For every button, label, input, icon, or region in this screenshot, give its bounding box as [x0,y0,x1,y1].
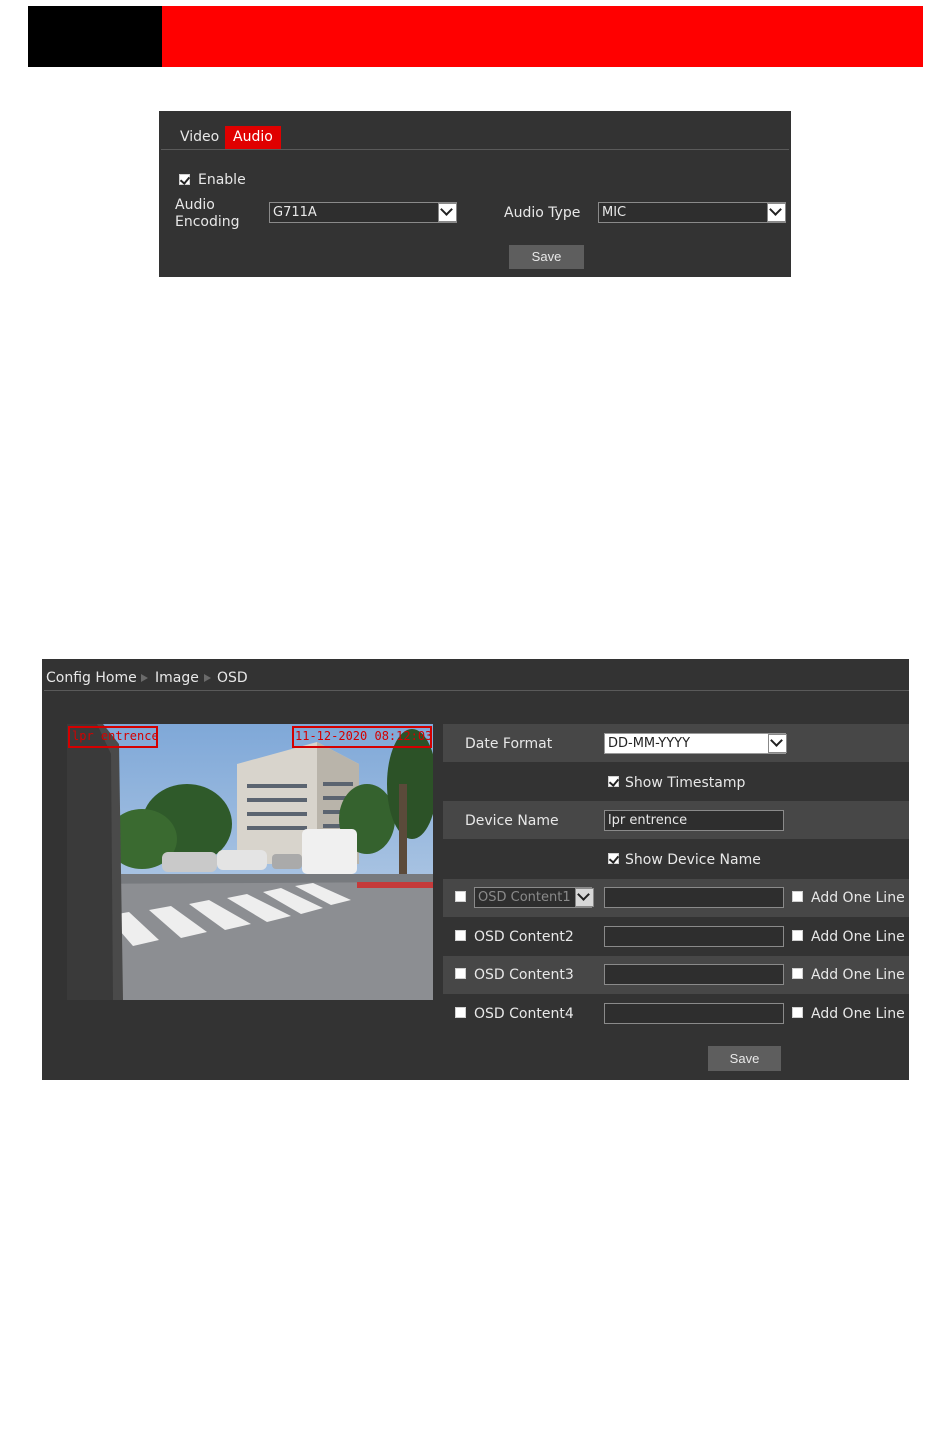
breadcrumb-image[interactable]: Image [155,671,199,685]
audio-encoding-select[interactable]: G711A [269,202,457,223]
osd-content4-label: OSD Content4 [474,1006,574,1022]
audio-type-label-text: Audio Type [504,205,581,221]
chevron-down-icon[interactable] [767,203,786,222]
tab-video[interactable]: Video [172,126,227,149]
audio-encoding-label-line2: Encoding [175,214,240,230]
preview-scene [67,724,433,1000]
osd-save-button[interactable]: Save [708,1046,781,1071]
osd-content3-input[interactable] [604,964,784,985]
osd-content3-label: OSD Content3 [474,967,574,983]
osd-content4-add-line-label: Add One Line [811,1006,905,1022]
date-format-select[interactable]: DD-MM-YYYY [604,733,786,754]
osd-content2-checkbox[interactable] [455,930,466,941]
osd-content4-input[interactable] [604,1003,784,1024]
enable-label: Enable [198,172,246,188]
osd-content1-input[interactable] [604,887,784,908]
tab-audio[interactable]: Audio [225,126,281,149]
tab-divider [161,149,789,150]
show-device-name-checkbox[interactable] [608,853,619,864]
triangle-right-icon [141,674,148,682]
osd-content3-add-line-checkbox[interactable] [792,968,803,979]
osd-content2-label: OSD Content2 [474,929,574,945]
osd-content2-input[interactable] [604,926,784,947]
timestamp-overlay-text: 11-12-2020 08:12:03 [295,729,433,743]
audio-encoding-label-line1: Audio [175,197,215,213]
breadcrumb-home[interactable]: Config Home [46,671,137,685]
device-name-label: Device Name [465,813,559,829]
breadcrumb-divider [44,690,909,691]
osd-content1-add-line-label: Add One Line [811,890,905,906]
breadcrumb-osd: OSD [217,670,248,686]
osd-content4-checkbox[interactable] [455,1007,466,1018]
osd-content3-checkbox[interactable] [455,968,466,979]
show-timestamp-checkbox[interactable] [608,776,619,787]
enable-checkbox[interactable] [179,174,190,185]
device-name-input[interactable]: lpr entrence [604,810,784,831]
header-red-bar [162,6,923,67]
audio-type-select[interactable]: MIC [598,202,786,223]
osd-content1-add-line-checkbox[interactable] [792,891,803,902]
show-device-name-label: Show Device Name [625,852,761,868]
device-name-overlay-text: lpr entrence [72,729,159,743]
chevron-down-icon[interactable] [575,888,594,907]
date-format-label: Date Format [465,736,553,752]
triangle-right-icon [204,674,211,682]
osd-content3-add-line-label: Add One Line [811,967,905,983]
osd-content2-add-line-checkbox[interactable] [792,930,803,941]
osd-content4-add-line-checkbox[interactable] [792,1007,803,1018]
audio-save-button[interactable]: Save [509,245,584,269]
header-black-block [28,6,162,67]
osd-preview-image: lpr entrence 11-12-2020 08:12:03 [67,724,433,1000]
chevron-down-icon[interactable] [438,203,457,222]
osd-content2-add-line-label: Add One Line [811,929,905,945]
chevron-down-icon[interactable] [768,734,787,753]
show-timestamp-label: Show Timestamp [625,775,746,791]
osd-content1-checkbox[interactable] [455,891,466,902]
